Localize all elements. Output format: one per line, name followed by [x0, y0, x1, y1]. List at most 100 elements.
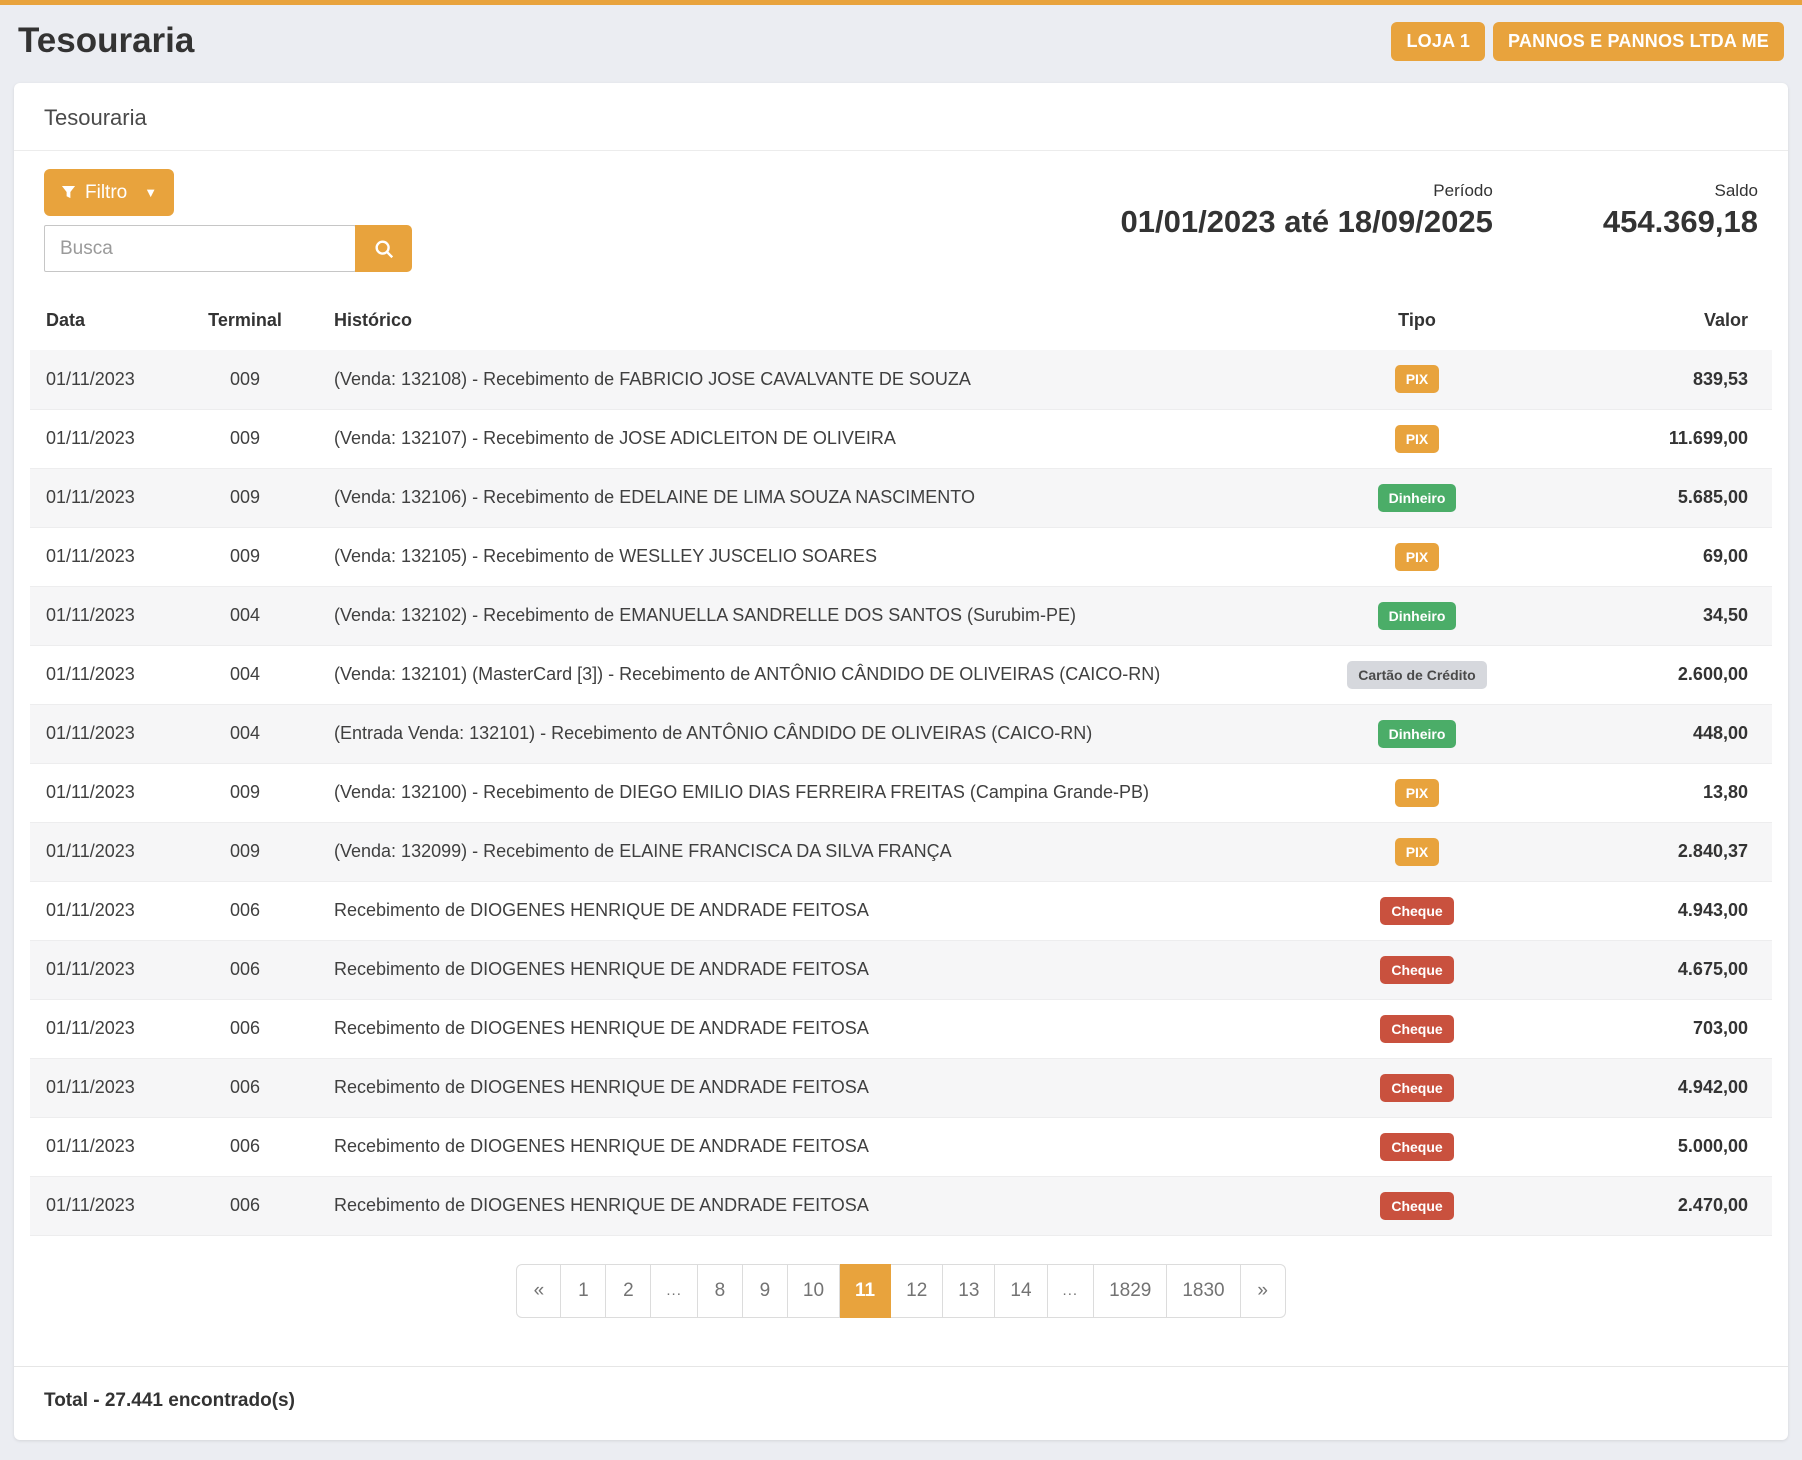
- terminal-cell: 004: [180, 586, 310, 645]
- page-button[interactable]: 9: [743, 1264, 788, 1318]
- type-badge: PIX: [1395, 838, 1440, 866]
- type-cell: Cheque: [1307, 1058, 1527, 1117]
- table-row[interactable]: 01/11/2023 009 (Venda: 132099) - Recebim…: [30, 822, 1772, 881]
- transactions-table-wrap: Data Terminal Histórico Tipo Valor 01/11…: [30, 294, 1772, 1236]
- funnel-icon: [61, 185, 76, 200]
- type-badge: PIX: [1395, 779, 1440, 807]
- history-cell: (Venda: 132105) - Recebimento de WESLLEY…: [310, 527, 1307, 586]
- date-cell: 01/11/2023: [30, 350, 180, 409]
- type-badge: PIX: [1395, 365, 1440, 393]
- date-cell: 01/11/2023: [30, 645, 180, 704]
- type-cell: Cheque: [1307, 1117, 1527, 1176]
- value-cell: 11.699,00: [1527, 409, 1772, 468]
- table-row[interactable]: 01/11/2023 009 (Venda: 132107) - Recebim…: [30, 409, 1772, 468]
- table-row[interactable]: 01/11/2023 009 (Venda: 132100) - Recebim…: [30, 763, 1772, 822]
- page-button[interactable]: 1829: [1094, 1264, 1167, 1318]
- page-button[interactable]: 10: [788, 1264, 840, 1318]
- terminal-cell: 004: [180, 704, 310, 763]
- search-input[interactable]: [44, 225, 356, 272]
- table-row[interactable]: 01/11/2023 004 (Venda: 132101) (MasterCa…: [30, 645, 1772, 704]
- type-cell: PIX: [1307, 822, 1527, 881]
- terminal-cell: 006: [180, 999, 310, 1058]
- type-badge: Dinheiro: [1378, 602, 1457, 630]
- date-cell: 01/11/2023: [30, 704, 180, 763]
- terminal-cell: 006: [180, 1058, 310, 1117]
- page-button[interactable]: 14: [995, 1264, 1047, 1318]
- table-row[interactable]: 01/11/2023 006 Recebimento de DIOGENES H…: [30, 940, 1772, 999]
- type-cell: PIX: [1307, 409, 1527, 468]
- terminal-cell: 004: [180, 645, 310, 704]
- type-badge: PIX: [1395, 543, 1440, 571]
- history-cell: (Venda: 132100) - Recebimento de DIEGO E…: [310, 763, 1307, 822]
- page-button[interactable]: «: [516, 1264, 561, 1318]
- card-title: Tesouraria: [14, 83, 1788, 151]
- type-badge: Cheque: [1380, 1192, 1453, 1220]
- date-cell: 01/11/2023: [30, 822, 180, 881]
- terminal-cell: 009: [180, 822, 310, 881]
- top-buttons: LOJA 1 PANNOS E PANNOS LTDA ME: [1391, 22, 1784, 61]
- date-cell: 01/11/2023: [30, 881, 180, 940]
- table-row[interactable]: 01/11/2023 009 (Venda: 132105) - Recebim…: [30, 527, 1772, 586]
- terminal-cell: 009: [180, 468, 310, 527]
- type-cell: Cheque: [1307, 999, 1527, 1058]
- value-cell: 69,00: [1527, 527, 1772, 586]
- page-button-active[interactable]: 11: [840, 1264, 891, 1318]
- history-cell: (Venda: 132102) - Recebimento de EMANUEL…: [310, 586, 1307, 645]
- type-cell: Cheque: [1307, 1176, 1527, 1235]
- type-cell: Cheque: [1307, 940, 1527, 999]
- table-row[interactable]: 01/11/2023 009 (Venda: 132106) - Recebim…: [30, 468, 1772, 527]
- table-row[interactable]: 01/11/2023 004 (Entrada Venda: 132101) -…: [30, 704, 1772, 763]
- page-button[interactable]: 1830: [1167, 1264, 1240, 1318]
- value-cell: 2.600,00: [1527, 645, 1772, 704]
- type-cell: PIX: [1307, 350, 1527, 409]
- page-button[interactable]: 13: [943, 1264, 995, 1318]
- terminal-cell: 006: [180, 881, 310, 940]
- history-cell: (Venda: 132106) - Recebimento de EDELAIN…: [310, 468, 1307, 527]
- history-cell: (Venda: 132108) - Recebimento de FABRICI…: [310, 350, 1307, 409]
- type-badge: Dinheiro: [1378, 720, 1457, 748]
- type-badge: Cheque: [1380, 897, 1453, 925]
- company-button[interactable]: PANNOS E PANNOS LTDA ME: [1493, 22, 1784, 61]
- table-row[interactable]: 01/11/2023 009 (Venda: 132108) - Recebim…: [30, 350, 1772, 409]
- page-button[interactable]: 8: [698, 1264, 743, 1318]
- search-button[interactable]: [355, 225, 412, 272]
- page-button[interactable]: 12: [891, 1264, 943, 1318]
- table-row[interactable]: 01/11/2023 006 Recebimento de DIOGENES H…: [30, 1117, 1772, 1176]
- history-cell: (Venda: 132101) (MasterCard [3]) - Receb…: [310, 645, 1307, 704]
- value-cell: 4.942,00: [1527, 1058, 1772, 1117]
- store-button[interactable]: LOJA 1: [1391, 22, 1485, 61]
- value-cell: 34,50: [1527, 586, 1772, 645]
- type-cell: PIX: [1307, 527, 1527, 586]
- value-cell: 13,80: [1527, 763, 1772, 822]
- search-group: [44, 225, 412, 272]
- page-button[interactable]: 2: [606, 1264, 651, 1318]
- table-row[interactable]: 01/11/2023 004 (Venda: 132102) - Recebim…: [30, 586, 1772, 645]
- tesouraria-card: Tesouraria Filtro ▼: [14, 83, 1788, 1440]
- total-footer: Total - 27.441 encontrado(s): [14, 1366, 1788, 1440]
- table-row[interactable]: 01/11/2023 006 Recebimento de DIOGENES H…: [30, 999, 1772, 1058]
- table-row[interactable]: 01/11/2023 006 Recebimento de DIOGENES H…: [30, 881, 1772, 940]
- page-button[interactable]: ...: [1048, 1264, 1095, 1318]
- value-cell: 4.675,00: [1527, 940, 1772, 999]
- history-cell: Recebimento de DIOGENES HENRIQUE DE ANDR…: [310, 940, 1307, 999]
- date-cell: 01/11/2023: [30, 940, 180, 999]
- page-button[interactable]: ...: [651, 1264, 698, 1318]
- date-cell: 01/11/2023: [30, 763, 180, 822]
- page-button[interactable]: »: [1241, 1264, 1286, 1318]
- type-cell: PIX: [1307, 763, 1527, 822]
- value-cell: 839,53: [1527, 350, 1772, 409]
- filter-button-label: Filtro: [85, 182, 127, 204]
- toolbar: Filtro ▼ Período: [14, 151, 1788, 278]
- page-button[interactable]: 1: [561, 1264, 606, 1318]
- page: Tesouraria LOJA 1 PANNOS E PANNOS LTDA M…: [0, 5, 1802, 1440]
- terminal-cell: 009: [180, 350, 310, 409]
- value-cell: 2.840,37: [1527, 822, 1772, 881]
- history-cell: (Venda: 132099) - Recebimento de ELAINE …: [310, 822, 1307, 881]
- filter-button[interactable]: Filtro ▼: [44, 169, 174, 216]
- table-row[interactable]: 01/11/2023 006 Recebimento de DIOGENES H…: [30, 1058, 1772, 1117]
- table-row[interactable]: 01/11/2023 006 Recebimento de DIOGENES H…: [30, 1176, 1772, 1235]
- value-cell: 5.685,00: [1527, 468, 1772, 527]
- column-header-data: Data: [30, 294, 180, 350]
- date-cell: 01/11/2023: [30, 1117, 180, 1176]
- history-cell: (Entrada Venda: 132101) - Recebimento de…: [310, 704, 1307, 763]
